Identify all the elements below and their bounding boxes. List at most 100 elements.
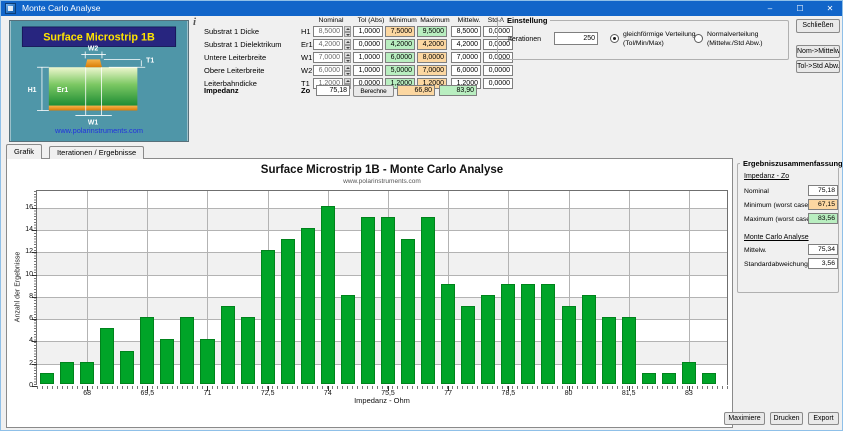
histogram-bar	[160, 339, 174, 384]
histogram-bar	[60, 362, 74, 384]
x-tick-label: 71	[192, 390, 222, 397]
param-input-tol[interactable]: 1,0000	[353, 65, 383, 76]
histogram-bar	[341, 295, 355, 384]
histogram-bar	[80, 362, 94, 384]
param-input-nominal[interactable]: 4,2000	[313, 39, 343, 50]
title-bar: Monte Carlo Analyse – ☐ ✕	[1, 1, 842, 16]
y-tick-label: 0	[13, 382, 33, 389]
results-nominal-value: 75,18	[808, 185, 838, 196]
param-input-nominal[interactable]: 8,5000	[313, 26, 343, 37]
radio-normal-label-line1[interactable]: Normalverteilung	[707, 31, 758, 39]
param-label: Substrat 1 Dicke	[204, 26, 259, 37]
results-title: Ergebniszusammenfassung	[740, 159, 843, 168]
results-std-label: Standardabweichung	[744, 260, 808, 269]
histogram-bar	[321, 206, 335, 384]
x-tick-label: 77	[433, 390, 463, 397]
param-input-mittelw[interactable]: 4,2000	[451, 39, 481, 50]
spinner-control[interactable]	[344, 65, 351, 76]
param-input-nominal[interactable]: 7,0000	[313, 52, 343, 63]
radio-uniform-distribution[interactable]	[610, 34, 619, 43]
histogram-bar	[622, 317, 636, 384]
spinner-control[interactable]	[344, 26, 351, 37]
drucken-button[interactable]: Drucken	[770, 412, 803, 425]
histogram-bar	[481, 295, 495, 384]
chart-title: Surface Microstrip 1B - Monte Carlo Anal…	[36, 164, 728, 176]
histogram-bar	[301, 228, 315, 384]
radio-uniform-label-line2[interactable]: (Tol/Min/Max)	[623, 40, 664, 48]
y-tick-label: 8	[13, 293, 33, 300]
impedanz-value-field[interactable]: 75,18	[316, 85, 350, 96]
iterationen-label: Iterationen	[508, 35, 541, 44]
x-tick-label: 78,5	[493, 390, 523, 397]
param-input-tol[interactable]: 0,0000	[353, 39, 383, 50]
param-input-std[interactable]: 0,0000	[483, 65, 513, 76]
histogram-bar	[140, 317, 154, 384]
x-tick-label: 75,5	[373, 390, 403, 397]
param-input-nominal[interactable]: 6,0000	[313, 65, 343, 76]
param-symbol: W2	[301, 65, 312, 76]
param-input-max[interactable]: 7,0000	[417, 65, 447, 76]
histogram-bar	[682, 362, 696, 384]
x-axis-minor-ticks	[37, 386, 729, 389]
tab-grafik[interactable]: Grafik	[6, 144, 42, 159]
tol-to-std-button[interactable]: Tol->Std Abw.	[796, 60, 840, 73]
param-symbol: W1	[301, 52, 312, 63]
close-icon[interactable]: ✕	[824, 1, 836, 16]
y-tick-label: 2	[13, 360, 33, 367]
histogram-bar	[602, 317, 616, 384]
impedanz-max-field: 83,90	[439, 85, 477, 96]
param-input-max[interactable]: 4,2000	[417, 39, 447, 50]
param-input-max[interactable]: 9,5000	[417, 26, 447, 37]
histogram-bar	[541, 284, 555, 384]
export-button[interactable]: Export	[808, 412, 839, 425]
param-label: Untere Leiterbreite	[204, 52, 266, 63]
param-input-std[interactable]: 0,0000	[483, 78, 513, 89]
histogram-bar	[642, 373, 656, 384]
radio-normal-distribution[interactable]	[694, 34, 703, 43]
y-tick-label: 6	[13, 315, 33, 322]
results-min-label: Minimum (worst case)	[744, 201, 810, 210]
window-controls: – ☐ ✕	[764, 1, 836, 16]
y-axis-label: Anzahl der Ergebnisse	[15, 252, 22, 322]
results-section-impedanz: Impedanz - Zo	[744, 172, 789, 181]
param-input-tol[interactable]: 1,0000	[353, 52, 383, 63]
minimize-icon[interactable]: –	[764, 1, 776, 16]
param-input-mittelw[interactable]: 6,0000	[451, 65, 481, 76]
histogram-bar	[461, 306, 475, 384]
histogram-bar	[521, 284, 535, 384]
histogram-bar	[200, 339, 214, 384]
spinner-control[interactable]	[344, 52, 351, 63]
histogram-bar	[361, 217, 375, 384]
histogram-bar	[702, 373, 716, 384]
param-label: Substrat 1 Dielektrikum	[204, 39, 282, 50]
radio-normal-label-line2[interactable]: (Mittelw./Std Abw.)	[707, 40, 763, 48]
x-tick-label: 72,5	[253, 390, 283, 397]
schliessen-button[interactable]: Schließen	[796, 19, 840, 33]
histogram-bar	[421, 217, 435, 384]
maximize-icon[interactable]: ☐	[794, 1, 806, 16]
app-window: Monte Carlo Analyse – ☐ ✕ Surface Micros…	[0, 0, 843, 431]
nom-to-mittelw-button[interactable]: Nom->Mittelw.	[796, 45, 840, 58]
x-tick-label: 74	[313, 390, 343, 397]
param-input-tol[interactable]: 1,0000	[353, 26, 383, 37]
param-input-max[interactable]: 8,0000	[417, 52, 447, 63]
param-input-mittelw[interactable]: 7,0000	[451, 52, 481, 63]
param-input-min[interactable]: 5,0000	[385, 65, 415, 76]
histogram-bar	[401, 239, 415, 384]
results-max-label: Maximum (worst case)	[744, 215, 812, 224]
berechne-button[interactable]: Berechne	[353, 85, 394, 97]
iterationen-input[interactable]: 250	[554, 32, 598, 45]
param-input-min[interactable]: 4,2000	[385, 39, 415, 50]
histogram-bar	[241, 317, 255, 384]
maximiere-button[interactable]: Maximiere	[724, 412, 765, 425]
param-input-min[interactable]: 7,5000	[385, 26, 415, 37]
x-axis-label: Impedanz - Ohm	[36, 396, 728, 405]
histogram-bar	[441, 284, 455, 384]
param-input-min[interactable]: 6,0000	[385, 52, 415, 63]
radio-uniform-label-line1[interactable]: gleichförmige Verteilung	[623, 31, 696, 39]
spinner-control[interactable]	[344, 39, 351, 50]
x-tick-label: 69,5	[132, 390, 162, 397]
param-input-mittelw[interactable]: 8,5000	[451, 26, 481, 37]
y-tick-label: 10	[13, 271, 33, 278]
tab-iterationen-ergebnisse[interactable]: Iterationen / Ergebnisse	[49, 146, 144, 159]
